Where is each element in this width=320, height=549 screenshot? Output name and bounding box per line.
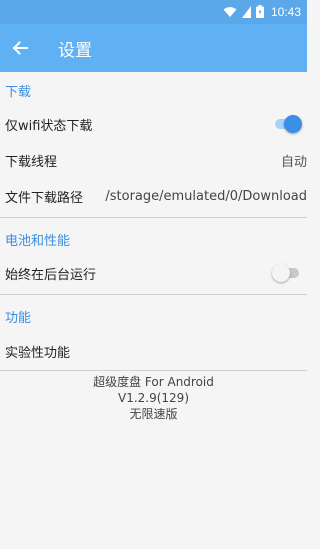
setting-value: /storage/emulated/0/Download <box>105 188 307 204</box>
arrow-left-icon[interactable] <box>8 36 32 60</box>
app-info: 超级度盘 For Android V1.2.9(129) 无限速版 <box>0 374 307 422</box>
section-header-battery: 电池和性能 <box>5 234 71 249</box>
setting-download-path[interactable]: 文件下载路径 /storage/emulated/0/Download <box>0 178 307 214</box>
divider <box>0 294 307 295</box>
app-edition: 无限速版 <box>129 407 178 421</box>
status-time: 10:43 <box>270 5 301 19</box>
section-header-download: 下载 <box>5 85 32 100</box>
setting-experimental[interactable]: 实验性功能 <box>0 333 307 369</box>
setting-label: 实验性功能 <box>5 345 71 361</box>
setting-wifi-only[interactable]: 仅wifi状态下载 <box>0 106 307 142</box>
page-title: 设置 <box>58 40 92 61</box>
app-name: 超级度盘 For Android <box>93 375 214 389</box>
wifi-icon <box>223 3 237 22</box>
app-version: V1.2.9(129) <box>117 391 189 405</box>
divider <box>0 217 307 218</box>
setting-label: 仅wifi状态下载 <box>5 118 93 134</box>
setting-download-threads[interactable]: 下载线程 自动 <box>0 142 307 178</box>
sim-icon <box>241 3 251 22</box>
battery-icon <box>255 3 264 22</box>
run-background-toggle[interactable] <box>272 263 302 283</box>
setting-run-background[interactable]: 始终在后台运行 <box>0 255 307 291</box>
wifi-only-toggle[interactable] <box>272 114 302 134</box>
app-bar: 设置 <box>0 24 307 72</box>
setting-label: 始终在后台运行 <box>5 267 97 283</box>
setting-label: 文件下载路径 <box>5 190 84 206</box>
status-bar: 10:43 <box>0 0 307 24</box>
section-header-features: 功能 <box>5 311 32 326</box>
setting-value: 自动 <box>280 154 307 170</box>
divider <box>0 370 307 371</box>
setting-label: 下载线程 <box>5 154 58 170</box>
